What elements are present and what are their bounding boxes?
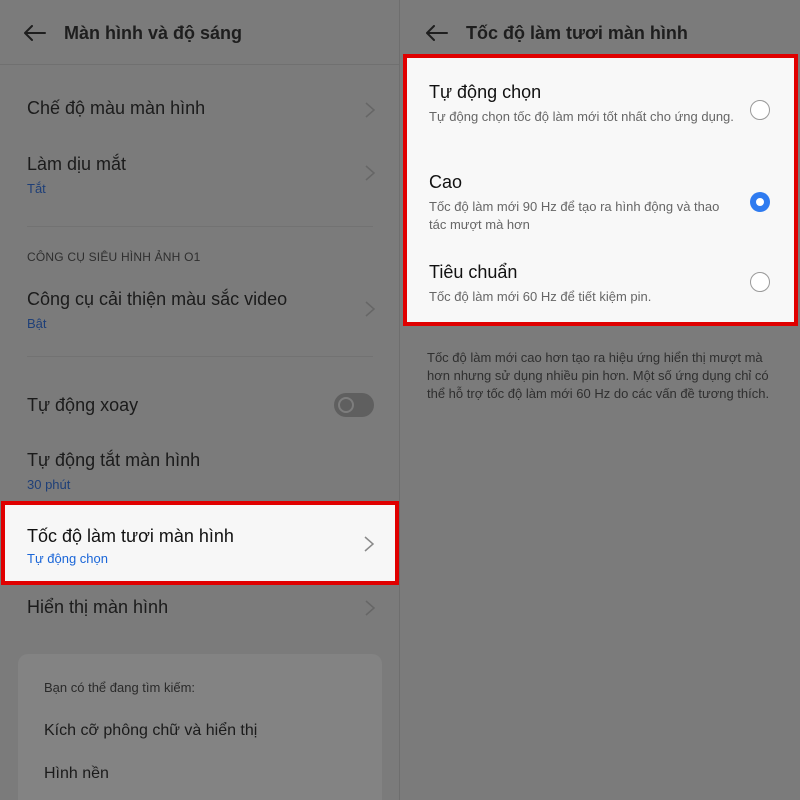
refresh-rate-footnote: Tốc độ làm mới cao hơn tạo ra hiệu ứng h… [427, 350, 770, 401]
option-auto-label: Tự động chọn [429, 82, 542, 102]
suggestion-font-size[interactable]: Kích cỡ phông chữ và hiển thị [44, 722, 257, 740]
chevron-right-icon [365, 102, 376, 118]
radio-standard[interactable] [750, 272, 770, 292]
search-hint: Bạn có thể đang tìm kiếm: [44, 680, 196, 695]
option-auto[interactable]: Tự động chọn Tự động chọn tốc độ làm mới… [407, 58, 794, 148]
section-divider [27, 356, 373, 357]
chevron-right-icon [365, 165, 376, 181]
search-suggestions-card: Bạn có thể đang tìm kiếm: Kích cỡ phông … [18, 654, 382, 800]
option-standard[interactable]: Tiêu chuẩn Tốc độ làm mới 60 Hz để tiết … [407, 244, 794, 314]
option-standard-desc: Tốc độ làm mới 60 Hz để tiết kiệm pin. [429, 289, 652, 304]
option-auto-desc: Tự động chọn tốc độ làm mới tốt nhất cho… [429, 109, 734, 124]
suggestion-wallpaper[interactable]: Hình nền [44, 765, 109, 783]
chevron-right-icon [365, 301, 376, 317]
refresh-rate-screen: Tốc độ làm tươi màn hình Tự động chọn Tự… [400, 0, 800, 800]
refresh-rate-label: Tốc độ làm tươi màn hình [27, 526, 234, 546]
refresh-rate-options: Tự động chọn Tự động chọn tốc độ làm mới… [403, 54, 798, 326]
video-enhancer-status: Bật [27, 316, 47, 331]
radio-high[interactable] [750, 192, 770, 212]
color-mode-item[interactable]: Chế độ màu màn hình [0, 88, 400, 132]
refresh-rate-item[interactable]: Tốc độ làm tươi màn hình Tự động chọn [1, 501, 399, 585]
video-enhancer-item[interactable]: Công cụ cải thiện màu sắc video Bật [0, 280, 400, 336]
screen-timeout-value: 30 phút [27, 477, 71, 492]
section-header: CÔNG CỤ SIÊU HÌNH ẢNH O1 [27, 250, 201, 264]
screen-display-item[interactable]: Hiển thị màn hình [0, 590, 400, 626]
screen-display-label: Hiển thị màn hình [27, 597, 169, 617]
color-mode-label: Chế độ màu màn hình [27, 98, 206, 118]
section-divider [27, 226, 373, 227]
page-title: Màn hình và độ sáng [64, 22, 243, 43]
refresh-rate-value: Tự động chọn [27, 551, 108, 566]
eye-comfort-item[interactable]: Làm dịu mắt Tắt [0, 146, 400, 202]
option-high-label: Cao [429, 172, 463, 192]
radio-auto[interactable] [750, 100, 770, 120]
auto-rotate-toggle[interactable] [334, 393, 374, 417]
back-arrow-icon[interactable] [424, 20, 450, 46]
eye-comfort-label: Làm dịu mắt [27, 154, 127, 174]
eye-comfort-status: Tắt [27, 181, 46, 196]
option-high[interactable]: Cao Tốc độ làm mới 90 Hz để tạo ra hình … [407, 154, 794, 234]
screen-timeout-label: Tự động tắt màn hình [27, 450, 201, 470]
page-title: Tốc độ làm tươi màn hình [466, 22, 688, 43]
auto-rotate-label: Tự động xoay [27, 395, 139, 415]
video-enhancer-label: Công cụ cải thiện màu sắc video [27, 289, 288, 309]
option-standard-label: Tiêu chuẩn [429, 262, 518, 282]
toggle-knob [338, 397, 354, 413]
chevron-right-icon [364, 536, 375, 552]
option-high-desc: Tốc độ làm mới 90 Hz để tạo ra hình động… [429, 199, 720, 232]
chevron-right-icon [365, 600, 376, 616]
left-header: Màn hình và độ sáng [0, 0, 400, 66]
display-brightness-screen: Màn hình và độ sáng Chế độ màu màn hình … [0, 0, 400, 800]
screen-timeout-item[interactable]: Tự động tắt màn hình 30 phút [0, 442, 400, 498]
back-arrow-icon[interactable] [22, 20, 48, 46]
header-divider [0, 64, 400, 65]
